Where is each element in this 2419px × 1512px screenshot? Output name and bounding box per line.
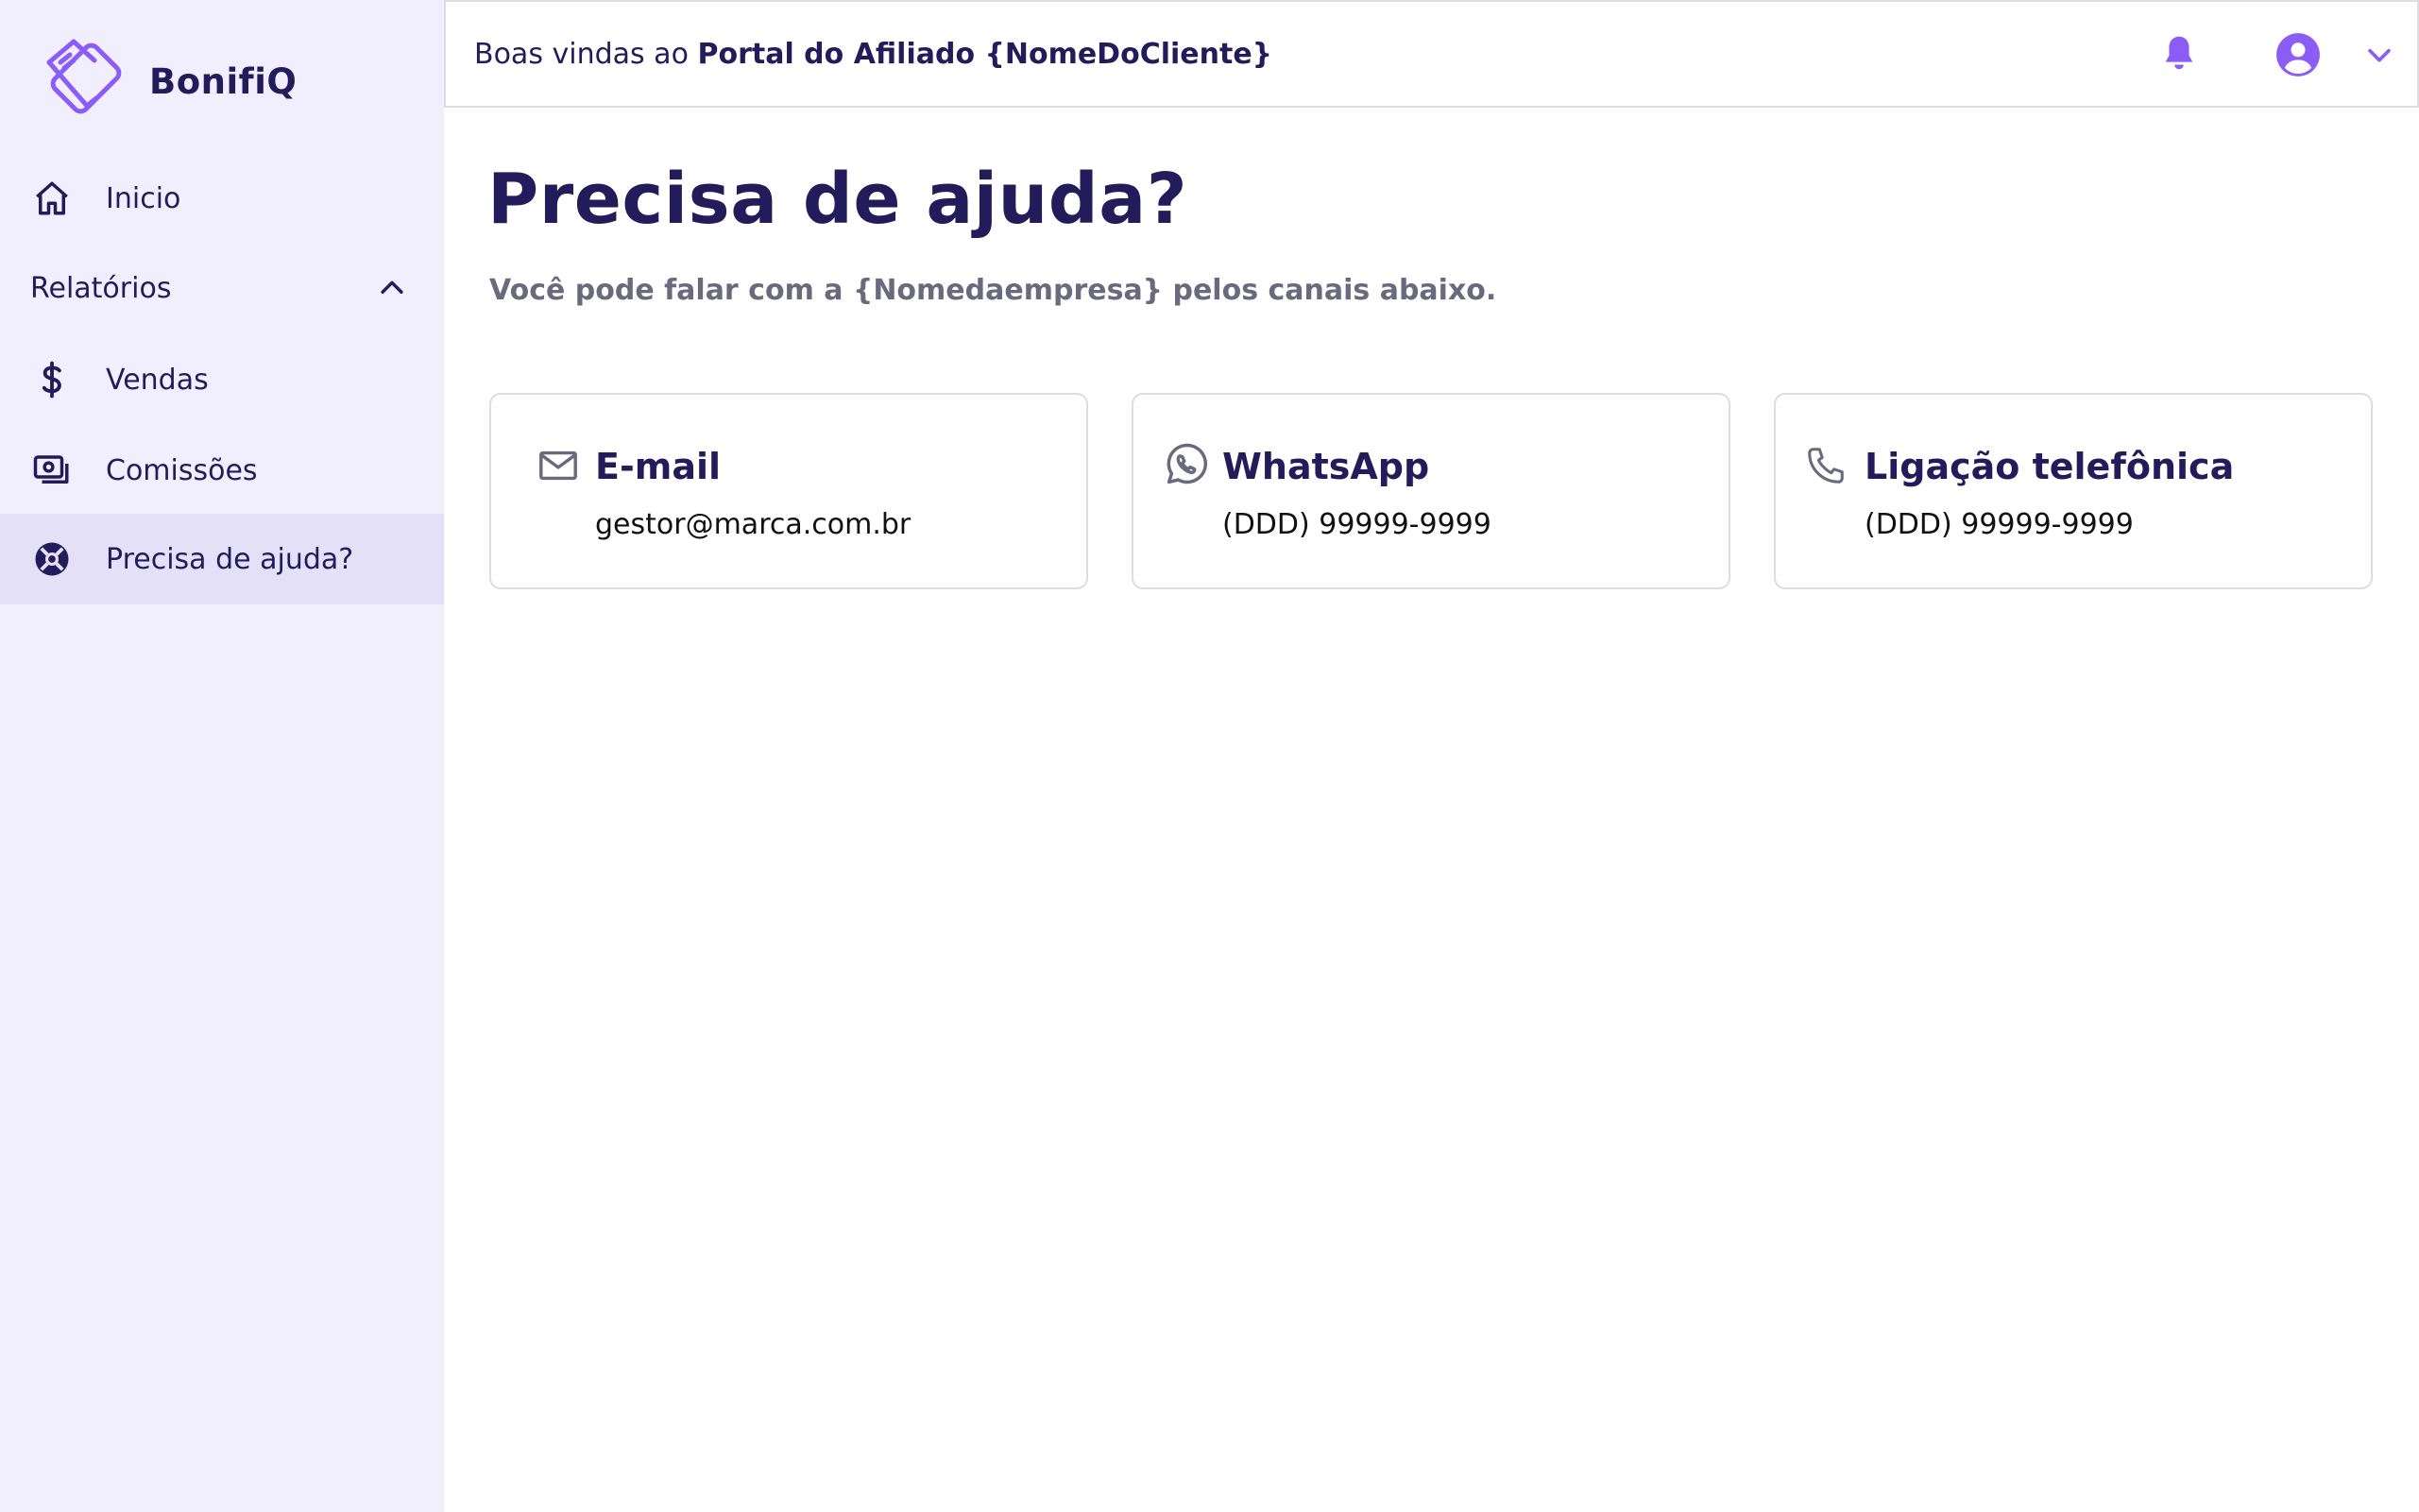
- sidebar-item-label: Inicio: [106, 181, 181, 215]
- welcome-message: Boas vindas ao Portal do Afiliado {NomeD…: [474, 38, 1272, 71]
- contact-card-phone[interactable]: Ligação telefônica (DDD) 99999-9999: [1774, 393, 2373, 589]
- contact-card-email[interactable]: E-mail gestor@marca.com.br: [489, 393, 1088, 589]
- contact-card-whatsapp[interactable]: WhatsApp (DDD) 99999-9999: [1132, 393, 1730, 589]
- page-title: Precisa de ajuda?: [487, 159, 1188, 240]
- user-circle-icon: [2276, 33, 2320, 76]
- welcome-prefix: Boas vindas ao: [474, 38, 689, 71]
- cash-icon: [32, 450, 72, 490]
- sidebar-section-relatorios[interactable]: Relatórios: [0, 244, 444, 334]
- phone-icon: [1808, 448, 1844, 484]
- chevron-up-icon: [381, 280, 403, 294]
- sidebar-item-comissoes[interactable]: Comissões: [0, 425, 444, 516]
- sidebar-item-label: Comissões: [106, 453, 258, 487]
- portal-name: Portal do Afiliado {NomeDoCliente}: [697, 38, 1273, 71]
- app-root: BonifiQ Inicio Relatórios Vendas Comissõ…: [0, 0, 2419, 1512]
- sidebar-section-label: Relatórios: [30, 272, 172, 305]
- card-title: Ligação telefônica: [1865, 446, 2235, 487]
- home-icon: [32, 178, 72, 218]
- card-title: E-mail: [595, 446, 722, 487]
- dollar-icon: [32, 360, 72, 399]
- page-subtitle: Você pode falar com a {Nomedaempresa} pe…: [489, 274, 1497, 307]
- card-value[interactable]: (DDD) 99999-9999: [1222, 508, 1491, 541]
- chevron-down-icon: [2368, 48, 2391, 62]
- brand-logo[interactable]: BonifiQ: [42, 36, 297, 127]
- sidebar-item-inicio[interactable]: Inicio: [0, 153, 444, 244]
- top-bar: Boas vindas ao Portal do Afiliado {NomeD…: [444, 0, 2419, 108]
- lifebuoy-icon: [32, 539, 72, 579]
- card-title: WhatsApp: [1222, 446, 1430, 487]
- card-value[interactable]: gestor@marca.com.br: [595, 508, 911, 541]
- sidebar-item-label: Vendas: [106, 363, 209, 397]
- bell-icon[interactable]: [2157, 32, 2201, 76]
- sidebar-item-label: Precisa de ajuda?: [106, 542, 354, 576]
- card-value[interactable]: (DDD) 99999-9999: [1865, 508, 2134, 541]
- sidebar-item-vendas[interactable]: Vendas: [0, 334, 444, 425]
- sidebar: BonifiQ Inicio Relatórios Vendas Comissõ…: [0, 0, 444, 1512]
- logo-icon: [46, 39, 122, 114]
- sidebar-item-ajuda[interactable]: Precisa de ajuda?: [0, 514, 444, 604]
- whatsapp-icon: [1167, 443, 1208, 484]
- mail-icon: [539, 450, 577, 481]
- user-menu-button[interactable]: [2274, 28, 2407, 81]
- brand-name: BonifiQ: [149, 60, 298, 102]
